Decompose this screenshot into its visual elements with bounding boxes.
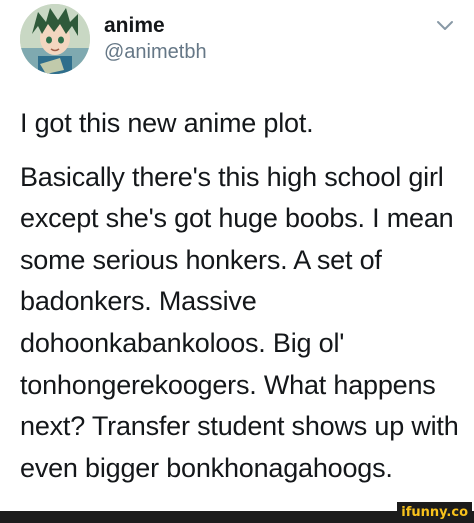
avatar[interactable] bbox=[20, 4, 90, 74]
ifunny-watermark: ifunny.co bbox=[397, 502, 472, 523]
chevron-down-icon[interactable] bbox=[434, 14, 456, 36]
tweet-text: I got this new anime plot. Basically the… bbox=[20, 103, 465, 489]
tweet-paragraph: I got this new anime plot. bbox=[20, 108, 314, 138]
user-handle[interactable]: @animetbh bbox=[104, 40, 207, 64]
display-name[interactable]: anime bbox=[104, 14, 165, 38]
tweet-paragraph: Basically there's this high school girl … bbox=[20, 161, 459, 483]
anime-character-avatar-icon bbox=[20, 4, 90, 74]
tweet-header: anime @animetbh bbox=[0, 0, 474, 90]
